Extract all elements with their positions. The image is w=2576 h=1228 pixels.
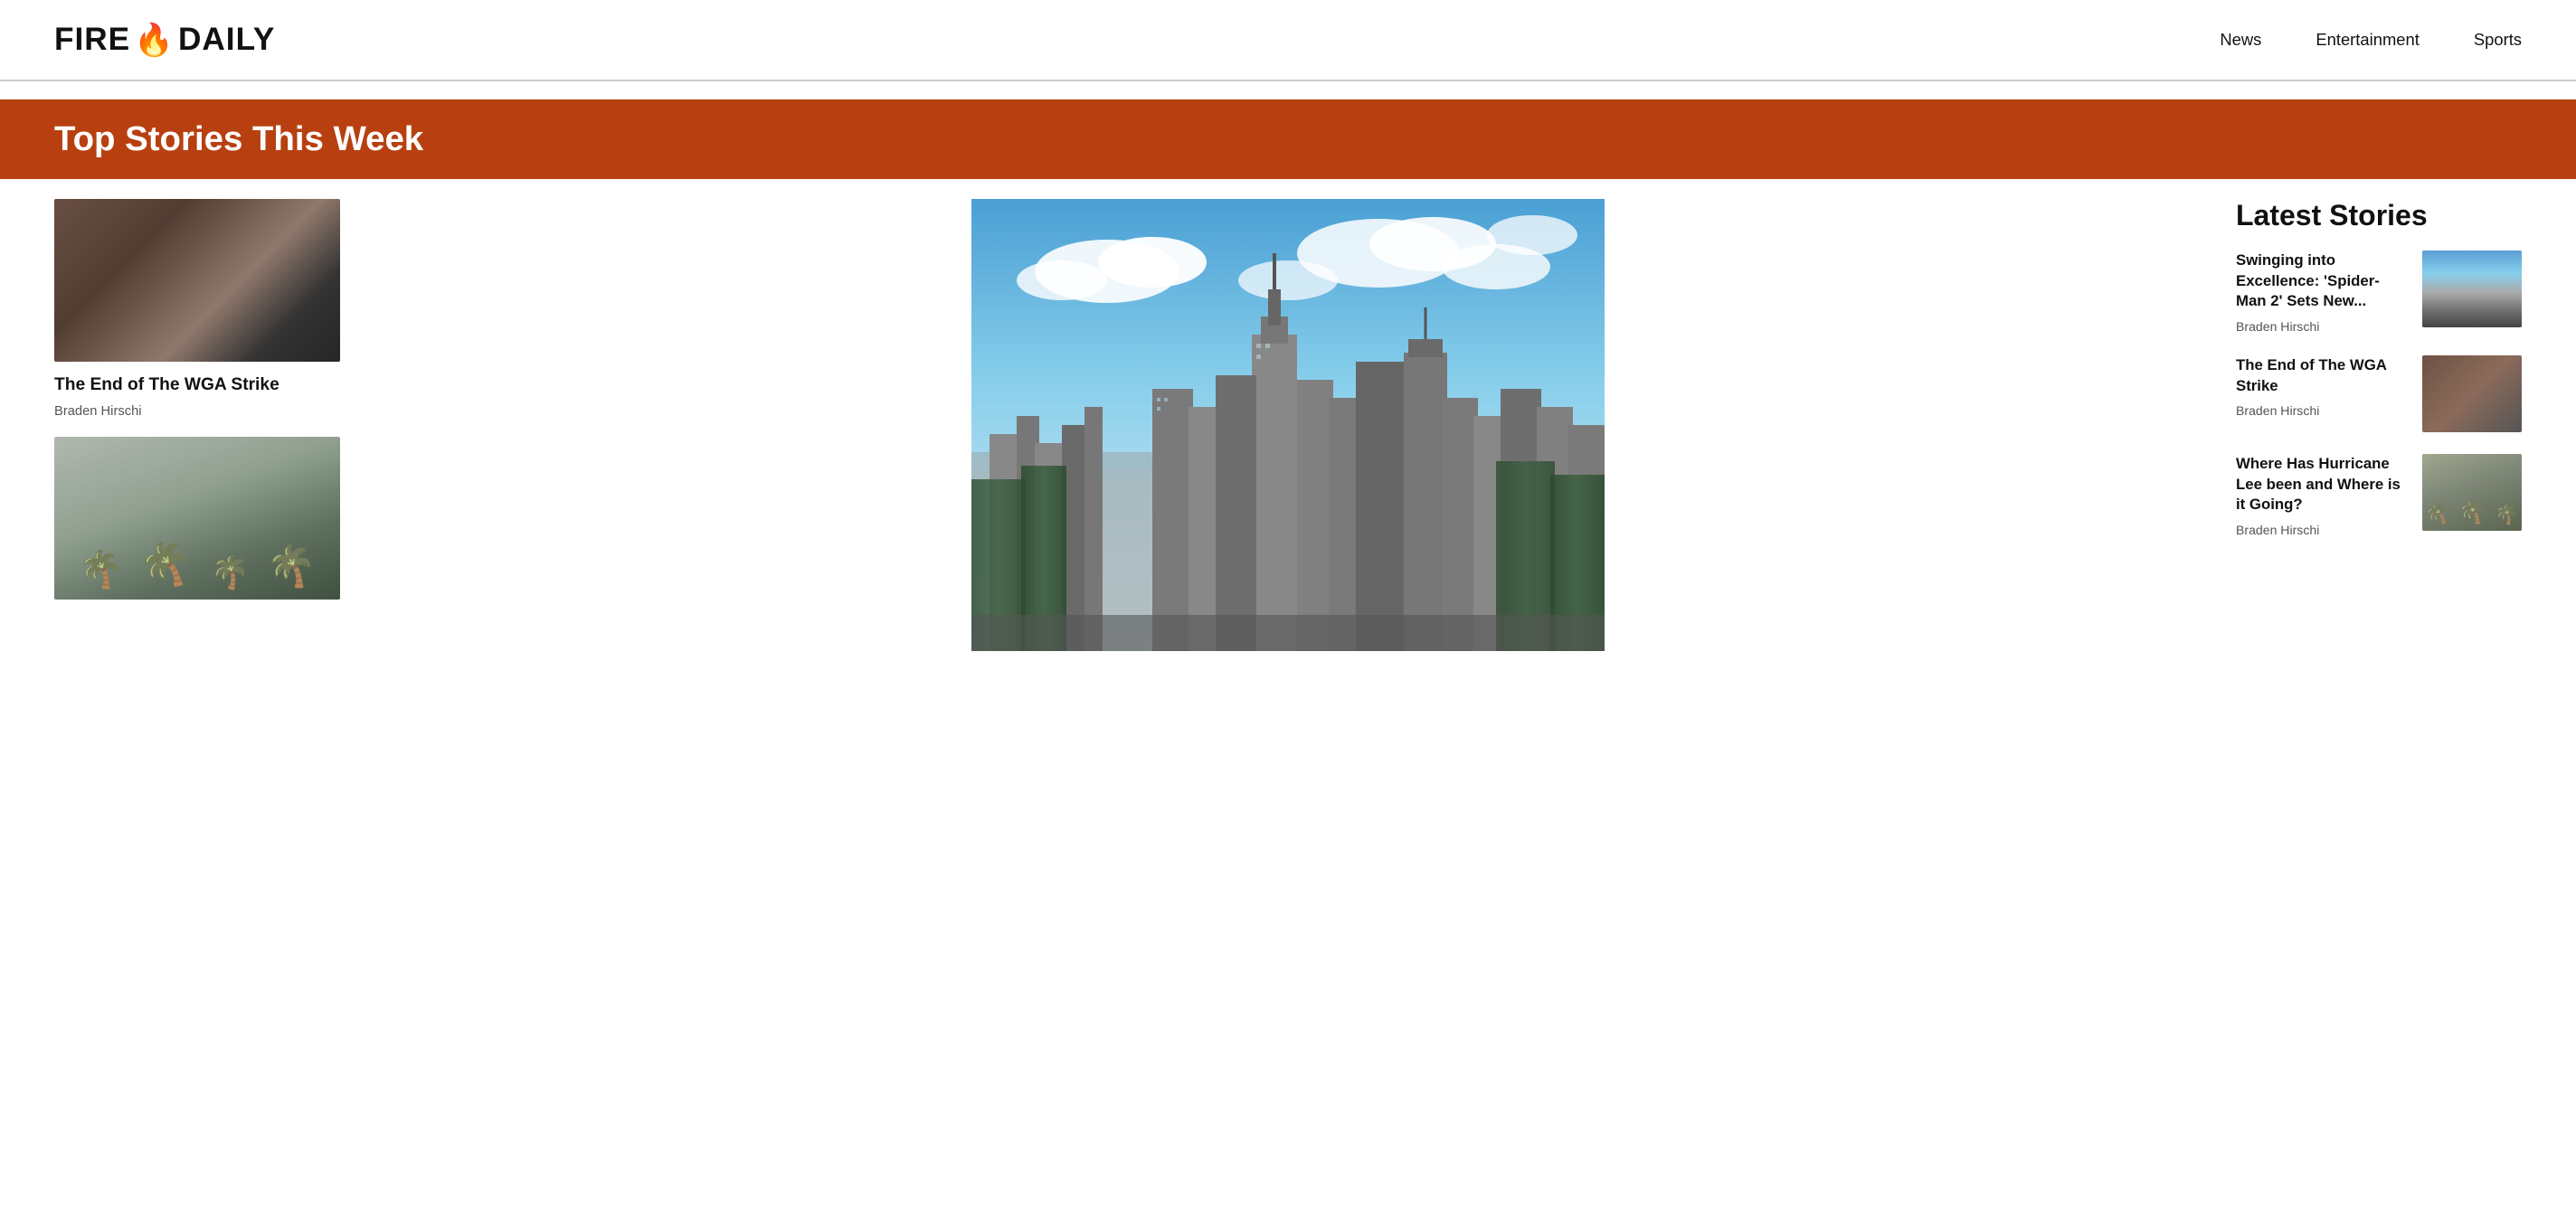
latest-author-hurricane2: Braden Hirschi: [2236, 523, 2410, 537]
story-image-hurricane: 🌴 🌴 🌴 🌴: [54, 437, 340, 600]
left-column: The End of The WGA Strike Braden Hirschi…: [54, 188, 362, 651]
latest-author-wga2: Braden Hirschi: [2236, 403, 2410, 418]
hero-banner: Top Stories This Week: [0, 99, 2576, 179]
latest-item-spiderman[interactable]: Swinging into Excellence: 'Spider-Man 2'…: [2236, 250, 2522, 334]
hero-title: Top Stories This Week: [54, 119, 2522, 159]
latest-item-hurricane2[interactable]: Where Has Hurricane Lee been and Where i…: [2236, 454, 2522, 537]
latest-stories-heading: Latest Stories: [2236, 199, 2522, 232]
story-author-wga: Braden Hirschi: [54, 404, 340, 419]
latest-author-spiderman: Braden Hirschi: [2236, 319, 2410, 334]
nav-entertainment[interactable]: Entertainment: [2316, 30, 2420, 50]
story-title-wga: The End of The WGA Strike: [54, 374, 340, 397]
latest-title-spiderman: Swinging into Excellence: 'Spider-Man 2'…: [2236, 250, 2410, 312]
logo-daily-text: DAILY: [178, 22, 275, 58]
latest-thumb-spiderman: [2422, 250, 2522, 327]
story-card-wga[interactable]: The End of The WGA Strike Braden Hirschi: [54, 199, 340, 419]
site-header: FIRE🔥DAILY News Entertainment Sports: [0, 0, 2576, 81]
latest-thumb-hurricane2: 🌴 🌴 🌴: [2422, 454, 2522, 531]
flame-icon: 🔥: [134, 21, 175, 59]
story-image-protest: [54, 199, 340, 362]
nav-sports[interactable]: Sports: [2474, 30, 2522, 50]
main-content: The End of The WGA Strike Braden Hirschi…: [0, 188, 2576, 651]
latest-item-text-wga2: The End of The WGA Strike Braden Hirschi: [2236, 355, 2410, 418]
site-logo[interactable]: FIRE🔥DAILY: [54, 21, 275, 59]
logo-fire-text: FIRE: [54, 22, 130, 58]
center-column: [362, 188, 2214, 651]
story-card-hurricane[interactable]: 🌴 🌴 🌴 🌴: [54, 437, 340, 600]
latest-item-wga2[interactable]: The End of The WGA Strike Braden Hirschi: [2236, 355, 2522, 432]
latest-item-text-hurricane2: Where Has Hurricane Lee been and Where i…: [2236, 454, 2410, 537]
latest-title-wga2: The End of The WGA Strike: [2236, 355, 2410, 396]
latest-thumb-wga2: [2422, 355, 2522, 432]
latest-title-hurricane2: Where Has Hurricane Lee been and Where i…: [2236, 454, 2410, 515]
nav-news[interactable]: News: [2220, 30, 2261, 50]
main-nav: News Entertainment Sports: [2220, 30, 2522, 50]
nyc-skyline-svg: [376, 199, 2200, 651]
center-image-container: [376, 199, 2200, 651]
latest-item-text-spiderman: Swinging into Excellence: 'Spider-Man 2'…: [2236, 250, 2410, 334]
right-column: Latest Stories Swinging into Excellence:…: [2214, 188, 2522, 651]
